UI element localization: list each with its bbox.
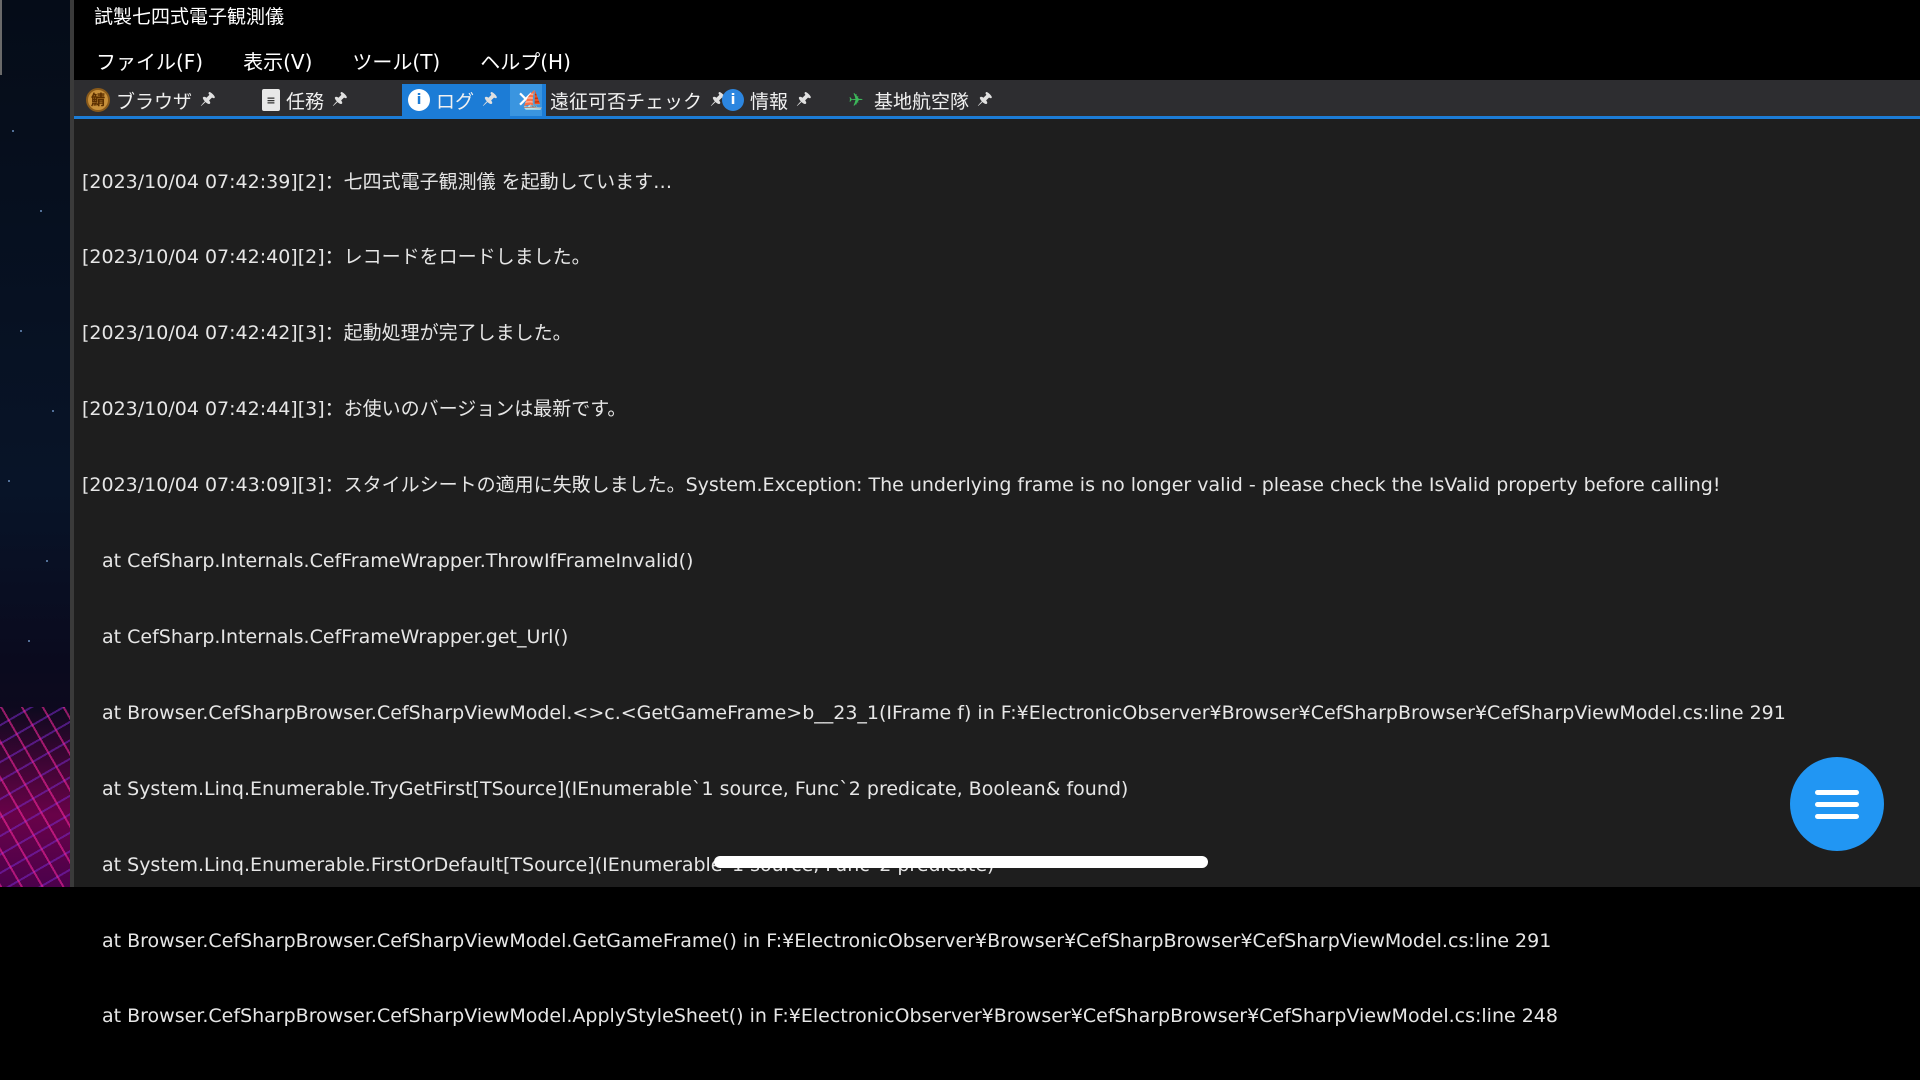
star-dot bbox=[28, 640, 30, 642]
pin-icon[interactable]: 🖈 bbox=[977, 86, 993, 115]
star-dot bbox=[52, 410, 54, 412]
tab-label: 任務 bbox=[286, 90, 325, 113]
star-dot bbox=[40, 210, 42, 212]
expedition-icon: ⛵ bbox=[521, 89, 545, 111]
browser-icon: 鯖 bbox=[86, 88, 110, 112]
log-entry: [2023/10/04 07:42:42][3]：起動処理が完了しました。 bbox=[82, 322, 572, 345]
side-edge-tab bbox=[0, 0, 2, 75]
menu-view[interactable]: 表示(V) bbox=[223, 44, 332, 80]
stack-trace-line: at Browser.CefSharpBrowser.CefSharpViewM… bbox=[102, 1005, 1558, 1028]
menu-tools[interactable]: ツール(T) bbox=[332, 44, 460, 80]
log-entry: [2023/10/04 07:43:09][3]：スタイルシートの適用に失敗しま… bbox=[82, 474, 1721, 497]
tab-label: 情報 bbox=[750, 90, 789, 113]
pin-icon[interactable]: 🖈 bbox=[796, 86, 812, 115]
stack-trace-line: at Browser.CefSharpBrowser.CefSharpViewM… bbox=[102, 929, 1552, 952]
tab-expedition-check[interactable]: ⛵ 遠征可否チェック 🖈 bbox=[522, 84, 726, 116]
star-dot bbox=[8, 480, 10, 482]
star-dot bbox=[12, 130, 14, 132]
window-title: 試製七四式電子観測儀 bbox=[94, 6, 285, 28]
info-icon: i bbox=[722, 89, 744, 111]
menu-help[interactable]: ヘルプ(H) bbox=[460, 44, 591, 80]
log-entry: [2023/10/04 07:42:44][3]：お使いのバージョンは最新です。 bbox=[82, 398, 627, 421]
quest-icon: ≡ bbox=[262, 89, 280, 111]
menu-file[interactable]: ファイル(F) bbox=[74, 44, 223, 80]
floating-menu-button[interactable] bbox=[1790, 757, 1884, 851]
menu-bar: ファイル(F) 表示(V) ツール(T) ヘルプ(H) bbox=[74, 44, 1920, 80]
background-wallpaper-strip bbox=[0, 0, 74, 887]
tab-label: ログ bbox=[436, 90, 475, 113]
hamburger-menu-icon bbox=[1815, 783, 1859, 826]
home-indicator-bar[interactable] bbox=[714, 856, 1208, 868]
dock-tab-strip: 鯖 ブラウザ 🖈 ≡ 任務 🖈 i ログ 🖈 ✕ ⛵ 遠征可否チェック 🖈 i … bbox=[74, 80, 1920, 118]
neon-grid-decoration bbox=[0, 707, 74, 887]
app-window: 試製七四式電子観測儀 ファイル(F) 表示(V) ツール(T) ヘルプ(H) 鯖… bbox=[74, 0, 1920, 1027]
star-dot bbox=[46, 560, 48, 562]
pin-icon[interactable]: 🖈 bbox=[332, 86, 348, 115]
log-entry: [2023/10/04 07:42:39][2]：七四式電子観測儀 を起動してい… bbox=[82, 170, 673, 193]
log-panel[interactable]: [2023/10/04 07:42:39][2]：七四式電子観測儀 を起動してい… bbox=[74, 119, 1920, 1027]
stack-trace-line: at CefSharp.Internals.CefFrameWrapper.ge… bbox=[102, 625, 569, 648]
tab-label: ブラウザ bbox=[116, 90, 193, 113]
stack-trace-line: at System.Linq.Enumerable.TryGetFirst[TS… bbox=[102, 777, 1129, 800]
tab-information[interactable]: i 情報 🖈 bbox=[722, 84, 812, 116]
tab-base-air-corps[interactable]: ✈ 基地航空隊 🖈 bbox=[844, 84, 993, 116]
tab-browser[interactable]: 鯖 ブラウザ 🖈 bbox=[86, 84, 216, 116]
stack-trace-line: at CefSharp.Internals.CefFrameWrapper.Th… bbox=[102, 550, 694, 573]
tab-quests[interactable]: ≡ 任務 🖈 bbox=[262, 84, 348, 116]
stack-trace-line: at Browser.CefSharpBrowser.CefSharpViewM… bbox=[102, 701, 1786, 724]
tab-label: 遠征可否チェック bbox=[550, 90, 703, 113]
star-dot bbox=[20, 330, 22, 332]
plane-icon: ✈ bbox=[848, 89, 864, 111]
pin-icon[interactable]: 🖈 bbox=[200, 86, 216, 115]
pin-icon[interactable]: 🖈 bbox=[482, 86, 498, 115]
log-text-area[interactable]: [2023/10/04 07:42:39][2]：七四式電子観測儀 を起動してい… bbox=[82, 119, 1912, 1080]
tab-label: 基地航空隊 bbox=[874, 90, 970, 113]
info-icon: i bbox=[408, 89, 430, 111]
log-entry: [2023/10/04 07:42:40][2]：レコードをロードしました。 bbox=[82, 246, 591, 269]
